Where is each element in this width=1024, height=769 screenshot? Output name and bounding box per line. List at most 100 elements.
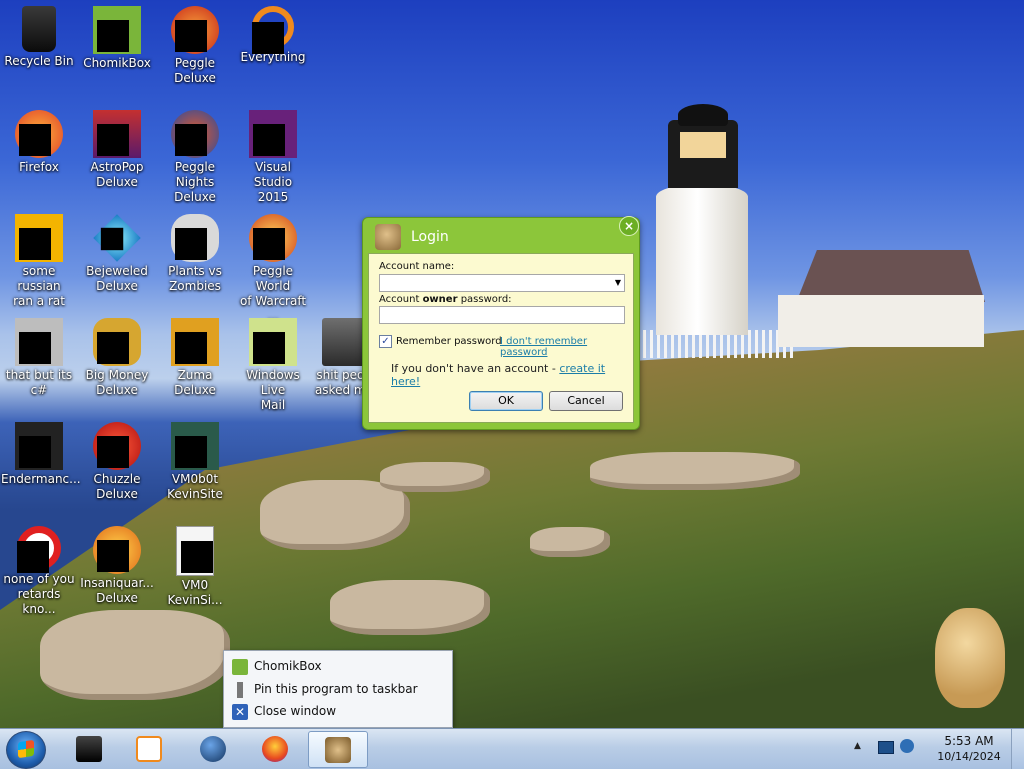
media-player-icon (76, 736, 102, 762)
show-desktop-button[interactable] (1011, 729, 1024, 769)
show-hidden-icons-button[interactable]: ▲ (854, 741, 861, 751)
start-button[interactable] (6, 731, 46, 769)
password-field[interactable] (379, 306, 625, 324)
pin-icon (232, 681, 248, 698)
desktop: Recycle Bin ChomikBox Peggle Deluxe Ever… (0, 0, 1024, 728)
jump-list-item-pin[interactable]: Pin this program to taskbar (232, 679, 418, 699)
everything-icon (252, 6, 294, 54)
taskbar-item-chomikbox[interactable] (308, 731, 368, 768)
hamster-mascot (935, 608, 1005, 708)
jump-list-item-close-window[interactable]: ✕ Close window (232, 701, 336, 721)
recycle-bin-icon (22, 6, 56, 52)
peggle-nights-icon (171, 110, 219, 158)
wallpaper-house (778, 295, 984, 347)
chomikbox-icon (232, 658, 248, 675)
windows-logo-icon (18, 739, 34, 759)
desktop-icon-that-but-its-csharp[interactable]: that but its c# (1, 318, 77, 398)
desktop-icon-zuma-deluxe[interactable]: Zuma Deluxe (157, 318, 233, 398)
network-icon[interactable] (878, 741, 894, 754)
wallpaper-lighthouse-light (680, 132, 726, 158)
desktop-icon-visual-studio-2015[interactable]: Visual Studio 2015 (235, 110, 311, 205)
plants-vs-zombies-icon (171, 214, 219, 262)
desktop-icon-chomikbox[interactable]: ChomikBox (79, 6, 155, 71)
bejeweled-icon (93, 214, 141, 262)
wallpaper-lighthouse-cap (678, 104, 728, 126)
system-tray: ▲ 5:53 AM 10/14/2024 (854, 729, 1024, 769)
big-money-icon (93, 318, 141, 366)
peggle-icon (171, 6, 219, 54)
shortcut-stack-icon (15, 318, 63, 366)
cancel-button[interactable]: Cancel (549, 391, 623, 411)
remember-password-label[interactable]: Remember password (396, 336, 502, 347)
ok-button[interactable]: OK (469, 391, 543, 411)
desktop-icon-some-russian-ran-a-rat[interactable]: some russian ran a rat (1, 214, 77, 309)
jump-list-item-chomikbox[interactable]: ChomikBox (232, 656, 322, 676)
desktop-icon-big-money-deluxe[interactable]: Big Money Deluxe (79, 318, 155, 398)
desktop-icon-none-of-you-retards-kno[interactable]: none of you retards kno... (1, 526, 77, 617)
taskbar-item-globe[interactable] (184, 731, 242, 766)
astropop-icon (93, 110, 141, 158)
desktop-icon-peggle-world-of-warcraft[interactable]: Peggle World of Warcraft ... (235, 214, 311, 324)
wallpaper-rock (590, 452, 800, 490)
login-form: Account name: ▼ Account owner password: … (368, 253, 634, 423)
desktop-icon-vm0-kevinsi[interactable]: VM0 KevinSi... (157, 526, 233, 608)
taskbar-item-media-center[interactable] (120, 731, 178, 766)
desktop-icon-astropop-deluxe[interactable]: AstroPop Deluxe (79, 110, 155, 190)
no-account-text: If you don't have an account - create it… (391, 362, 606, 388)
close-icon[interactable]: × (619, 216, 639, 236)
taskbar-item-firefox[interactable] (246, 731, 304, 766)
text-document-icon (15, 214, 63, 262)
remember-password-checkbox[interactable]: ✓ (379, 335, 392, 348)
website-shortcut-icon (171, 422, 219, 470)
close-window-icon: ✕ (232, 703, 248, 720)
chomikbox-hamster-icon (375, 224, 401, 250)
chuzzle-icon (93, 422, 141, 470)
document-icon (15, 422, 63, 470)
chomikbox-icon (93, 6, 141, 54)
dialog-title: Login (411, 229, 449, 245)
wallpaper-rock (40, 610, 230, 700)
desktop-icon-chuzzle-deluxe[interactable]: Chuzzle Deluxe (79, 422, 155, 502)
wallpaper-lighthouse (656, 185, 748, 335)
windows-media-center-icon (136, 736, 162, 762)
login-dialog: × Login Account name: ▼ Account owner pa… (362, 216, 640, 430)
desktop-icon-everything[interactable]: Everything (235, 6, 311, 65)
taskbar: ▲ 5:53 AM 10/14/2024 (0, 728, 1024, 769)
password-label: Account owner password: (379, 294, 512, 305)
desktop-icon-peggle-nights-deluxe[interactable]: Peggle Nights Deluxe (157, 110, 233, 205)
desktop-icon-recycle-bin[interactable]: Recycle Bin (1, 6, 77, 69)
account-name-label: Account name: (379, 261, 455, 272)
desktop-icon-bejeweled-deluxe[interactable]: Bejeweled Deluxe (79, 214, 155, 294)
opera-icon (17, 526, 61, 573)
account-name-combobox[interactable]: ▼ (379, 274, 625, 292)
taskbar-item-media-player[interactable] (60, 731, 118, 766)
chevron-down-icon[interactable]: ▼ (615, 278, 621, 287)
clock-date: 10/14/2024 (937, 750, 1001, 763)
clock[interactable]: 5:53 AM 10/14/2024 (924, 733, 1014, 765)
wallpaper-rock (330, 580, 490, 635)
desktop-icon-plants-vs-zombies[interactable]: Plants vs Zombies (157, 214, 233, 294)
firefox-icon (15, 110, 63, 158)
forgot-password-link[interactable]: I don't remember password (500, 336, 633, 358)
desktop-icon-insaniquarium-deluxe[interactable]: Insaniquar... Deluxe (79, 526, 155, 606)
insaniquarium-icon (93, 526, 141, 574)
zuma-icon (171, 318, 219, 366)
desktop-icon-peggle-deluxe[interactable]: Peggle Deluxe (157, 6, 233, 86)
chomikbox-icon (325, 737, 351, 763)
volume-icon[interactable] (900, 739, 914, 753)
mail-icon (249, 318, 297, 366)
globe-icon (200, 736, 226, 762)
wallpaper-rock (530, 527, 610, 557)
taskbar-jump-list: ChomikBox Pin this program to taskbar ✕ C… (223, 650, 453, 728)
peggle-wow-icon (249, 214, 297, 262)
desktop-icon-endermanc[interactable]: Endermanc... (1, 422, 81, 487)
wallpaper-rock (380, 462, 490, 492)
visual-studio-icon (249, 110, 297, 158)
desktop-icon-windows-live-mail[interactable]: Windows Live Mail (235, 318, 311, 413)
desktop-icon-vm0b0t-kevinsite[interactable]: VM0b0t KevinSite (157, 422, 233, 502)
desktop-icon-firefox[interactable]: Firefox (1, 110, 77, 175)
wallpaper-rock (260, 480, 410, 550)
blank-document-icon (176, 526, 214, 576)
firefox-icon (262, 736, 288, 762)
clock-time: 5:53 AM (944, 734, 994, 748)
